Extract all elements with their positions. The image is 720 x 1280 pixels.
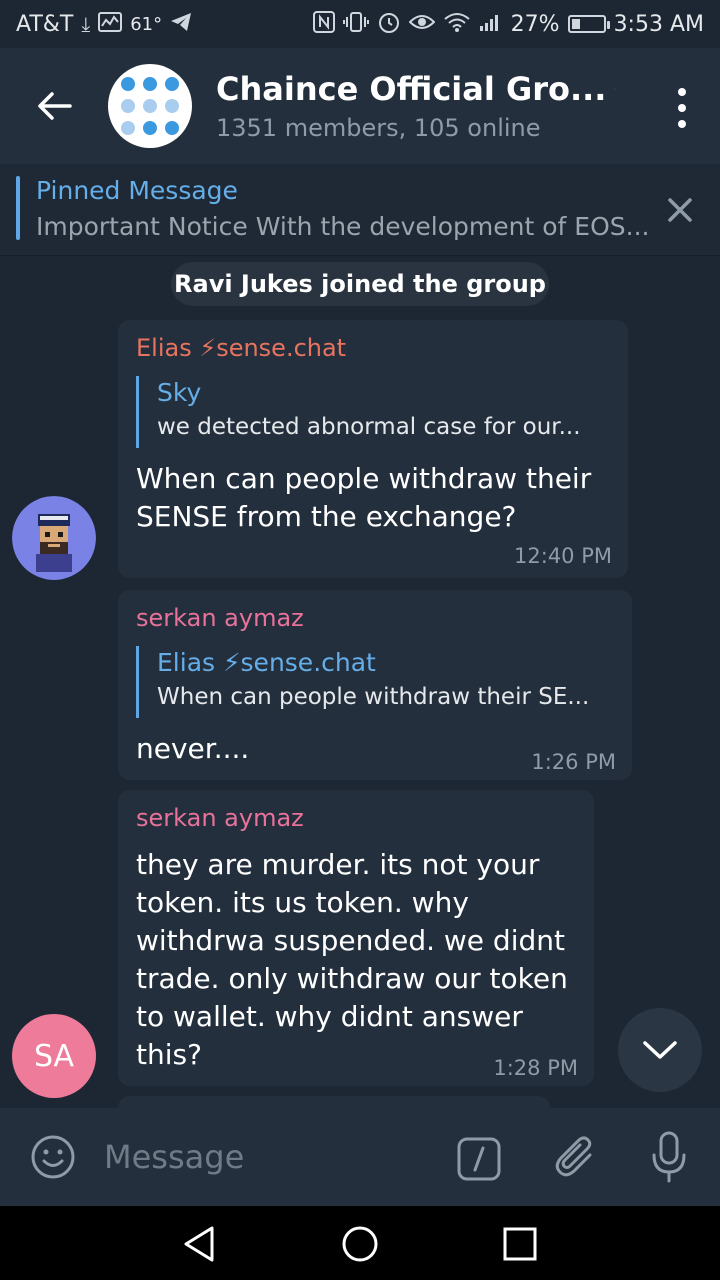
message-input[interactable]: Message [104, 1138, 244, 1176]
header-info[interactable]: Chaince Official Gro... 1351 members, 10… [216, 70, 616, 142]
message-line: token. its us token. why [136, 886, 469, 919]
sender-name: Elias ⚡sense.chat [136, 334, 347, 362]
alarm-icon [377, 10, 401, 39]
carrier-label: AT&T [16, 11, 74, 37]
message-line: they are murder. its not your [136, 848, 540, 881]
arrow-left-icon [38, 92, 72, 120]
message-line: trade. only withdraw our token [136, 962, 568, 995]
reply-sender: Elias ⚡sense.chat [157, 648, 376, 677]
bot-command-icon[interactable] [456, 1136, 502, 1182]
system-nav-bar [0, 1206, 720, 1280]
signal-icon [479, 12, 503, 37]
pinned-message-bar[interactable]: Pinned Message Important Notice With the… [0, 164, 720, 256]
more-menu-button[interactable] [676, 88, 688, 128]
scroll-down-button[interactable] [618, 1008, 702, 1092]
message-time: 1:26 PM [531, 750, 616, 774]
chat-area[interactable]: Ravi Jukes joined the group Elias ⚡sense… [0, 256, 720, 1108]
pinned-accent-bar [16, 176, 20, 240]
message-line: to wallet. why didnt answer [136, 1000, 523, 1033]
nfc-icon [312, 10, 335, 38]
message-bubble[interactable]: Elias ⚡sense.chat Sky we detected abnorm… [118, 320, 628, 578]
status-bar: AT&T ⤓ 61° 27% 3:53 AM [0, 0, 720, 48]
eye-icon [408, 12, 436, 37]
sender-name: serkan aymaz [136, 604, 304, 632]
message-bubble[interactable] [118, 1096, 550, 1108]
temperature-label: 61° [130, 13, 163, 35]
pinned-title: Pinned Message [36, 176, 238, 205]
battery-icon [567, 15, 610, 33]
muted-speaker-icon [614, 88, 616, 90]
message-line: never.... [136, 732, 250, 765]
group-avatar[interactable] [108, 64, 192, 148]
nav-recents-icon[interactable] [498, 1222, 542, 1266]
close-icon[interactable] [660, 190, 700, 230]
chat-title: Chaince Official Gro... [216, 70, 607, 108]
wifi-icon [443, 11, 471, 38]
message-text: they are murder. its not your token. its… [136, 846, 568, 1074]
reply-preview[interactable]: Sky we detected abnormal case for our... [136, 376, 581, 448]
message-line: When can people withdraw their [136, 462, 592, 495]
message-line: withdrwa suspended. we didnt [136, 924, 565, 957]
battery-percent: 27% [510, 11, 560, 37]
pinned-text: Important Notice With the development of… [36, 212, 650, 241]
message-input-bar: Message [0, 1108, 720, 1206]
message-text: never.... [136, 730, 249, 768]
message-time: 1:28 PM [493, 1056, 578, 1080]
sender-name: serkan aymaz [136, 804, 304, 832]
chat-subtitle: 1351 members, 105 online [216, 114, 541, 142]
emoji-icon[interactable] [30, 1134, 76, 1180]
avatar[interactable]: SA [12, 1014, 96, 1098]
dot-icon [678, 88, 686, 96]
reply-preview[interactable]: Elias ⚡sense.chat When can people withdr… [136, 646, 589, 718]
nav-back-icon[interactable] [178, 1222, 222, 1266]
message-bubble[interactable]: serkan aymaz they are murder. its not yo… [118, 790, 594, 1086]
vibrate-icon [342, 11, 369, 38]
reply-text: we detected abnormal case for our... [157, 414, 581, 440]
download-icon: ⤓ [81, 12, 91, 36]
clock: 3:53 AM [613, 11, 704, 37]
chevron-down-icon [643, 1041, 677, 1059]
pixel-avatar-icon [12, 496, 96, 580]
message-bubble[interactable]: serkan aymaz Elias ⚡sense.chat When can … [118, 590, 632, 780]
service-message: Ravi Jukes joined the group [171, 262, 549, 306]
microphone-icon[interactable] [646, 1130, 692, 1184]
telegram-icon [170, 12, 192, 37]
reply-text: When can people withdraw their SE... [157, 684, 590, 710]
nav-home-icon[interactable] [338, 1222, 382, 1266]
chat-header: Chaince Official Gro... 1351 members, 10… [0, 48, 720, 164]
message-time: 12:40 PM [514, 544, 612, 568]
reply-sender: Sky [157, 378, 202, 407]
back-button[interactable] [0, 48, 108, 164]
avatar[interactable] [12, 496, 96, 580]
dot-icon [678, 104, 686, 112]
message-text: When can people withdraw their SENSE fro… [136, 460, 591, 536]
activity-icon [98, 11, 123, 37]
message-line: SENSE from the exchange? [136, 500, 517, 533]
dot-icon [678, 120, 686, 128]
paperclip-icon[interactable] [552, 1134, 598, 1180]
